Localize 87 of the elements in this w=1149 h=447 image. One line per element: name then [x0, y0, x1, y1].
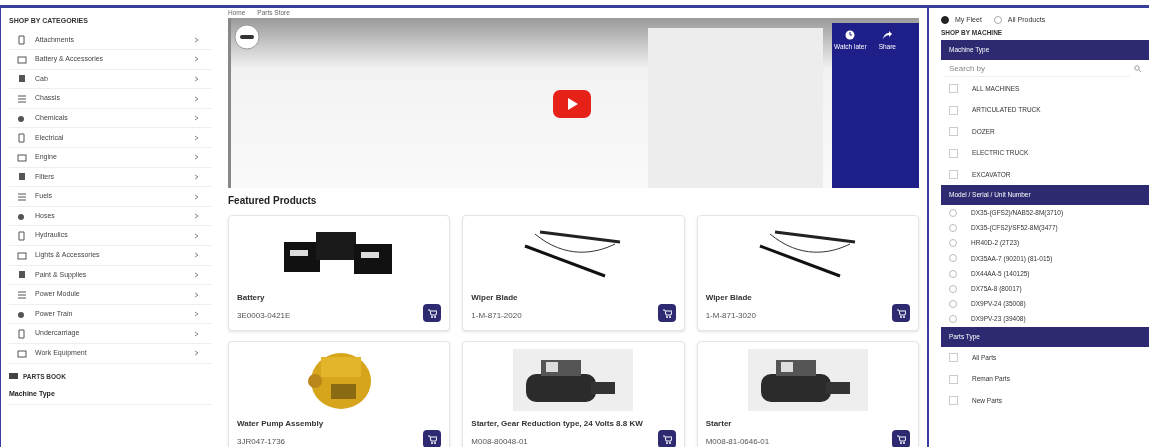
product-card[interactable]: Wiper Blade 1-M-871-2020: [462, 215, 685, 331]
checkbox[interactable]: [949, 396, 958, 405]
product-card[interactable]: Starter, Gear Reduction type, 24 Volts 8.8 KW M008-80048-01: [462, 341, 685, 447]
product-card[interactable]: Water Pump Assembly 3JR047-1736: [228, 341, 451, 447]
chevron-right-icon: [194, 193, 200, 200]
chevron-right-icon: [194, 330, 200, 337]
category-icon: [17, 53, 27, 65]
chevron-right-icon: [194, 271, 200, 278]
checkbox[interactable]: [949, 84, 958, 93]
add-to-cart-button[interactable]: [423, 304, 442, 322]
product-name: Starter, Gear Reduction type, 24 Volts 8.8 KW: [471, 418, 644, 430]
cart-icon: [427, 308, 438, 318]
radio-button[interactable]: [949, 224, 957, 233]
product-number: 3JR047-1736: [237, 436, 287, 447]
chevron-right-icon: [194, 252, 200, 259]
checkbox[interactable]: [949, 353, 958, 362]
radio-button[interactable]: [949, 284, 957, 293]
add-to-cart-button[interactable]: [423, 430, 442, 447]
section-heading: Featured Products: [228, 194, 318, 208]
chevron-right-icon: [194, 350, 200, 357]
chevron-right-icon: [194, 95, 200, 102]
chevron-right-icon: [194, 291, 200, 298]
share-icon: [882, 30, 893, 40]
radio-button[interactable]: [949, 208, 957, 217]
add-to-cart-button[interactable]: [657, 430, 676, 447]
chevron-right-icon: [194, 173, 200, 180]
product-number: 1-M-871-3020: [705, 310, 757, 322]
play-icon[interactable]: [553, 90, 591, 118]
category-icon: [17, 73, 27, 85]
cart-icon: [896, 308, 906, 318]
checkbox[interactable]: [949, 127, 958, 136]
category-icon: [17, 249, 27, 261]
add-to-cart-button[interactable]: [657, 304, 676, 322]
book-icon: [9, 372, 19, 381]
checkbox[interactable]: [949, 148, 958, 158]
cart-icon: [896, 434, 906, 444]
category-icon: [17, 132, 27, 144]
category-icon: [17, 34, 27, 46]
chevron-right-icon: [194, 134, 200, 141]
chevron-right-icon: [194, 56, 200, 63]
chevron-right-icon: [194, 36, 200, 43]
product-number: 1-M-871-2020: [471, 310, 523, 322]
category-icon: [17, 151, 27, 163]
product-number: M008-81-0646-01: [705, 436, 771, 447]
cart-icon: [427, 434, 438, 444]
add-to-cart-button[interactable]: [892, 430, 910, 447]
cart-icon: [661, 434, 672, 444]
chevron-right-icon: [194, 154, 200, 161]
category-icon: [17, 347, 27, 359]
chevron-right-icon: [194, 76, 200, 82]
add-to-cart-button[interactable]: [892, 304, 910, 322]
category-icon: [17, 269, 27, 281]
category-icon: [17, 93, 27, 105]
product-name: Water Pump Assembly: [237, 418, 325, 430]
chevron-right-icon: [194, 115, 200, 122]
product-card[interactable]: Wiper Blade 1-M-871-3020: [696, 215, 919, 331]
checkbox[interactable]: [949, 170, 958, 179]
category-icon: [17, 191, 27, 203]
checkbox[interactable]: [949, 105, 958, 115]
radio-button[interactable]: [949, 254, 957, 263]
product-name: Starter: [705, 418, 733, 430]
checkbox[interactable]: [949, 374, 958, 384]
category-icon: [17, 289, 27, 300]
radio-button[interactable]: [949, 239, 957, 248]
search-icon: [1134, 65, 1141, 73]
search-field[interactable]: Search by: [945, 60, 1130, 77]
radio-button[interactable]: [949, 269, 957, 278]
category-icon: [17, 328, 27, 340]
radio-button[interactable]: [949, 299, 957, 308]
category-icon: [17, 230, 27, 242]
product-number: 3E0003-0421E: [237, 310, 292, 322]
product-card[interactable]: Battery 3E0003-0421E: [228, 215, 451, 331]
product-number: M008-80048-01: [471, 436, 529, 447]
clock-icon: [845, 30, 856, 40]
radio-button[interactable]: [993, 16, 1002, 24]
channel-logo-icon: [234, 24, 260, 50]
chevron-right-icon: [194, 232, 200, 239]
radio-button[interactable]: [941, 16, 949, 24]
product-card[interactable]: Starter M008-81-0646-01: [696, 341, 919, 447]
category-icon: [17, 171, 27, 183]
product-name: Battery: [237, 292, 266, 304]
cart-icon: [661, 308, 672, 318]
radio-button[interactable]: [949, 315, 957, 324]
chevron-right-icon: [194, 311, 200, 318]
chevron-right-icon: [194, 213, 200, 220]
product-name: Wiper Blade: [705, 292, 753, 304]
product-name: Wiper Blade: [471, 292, 519, 304]
